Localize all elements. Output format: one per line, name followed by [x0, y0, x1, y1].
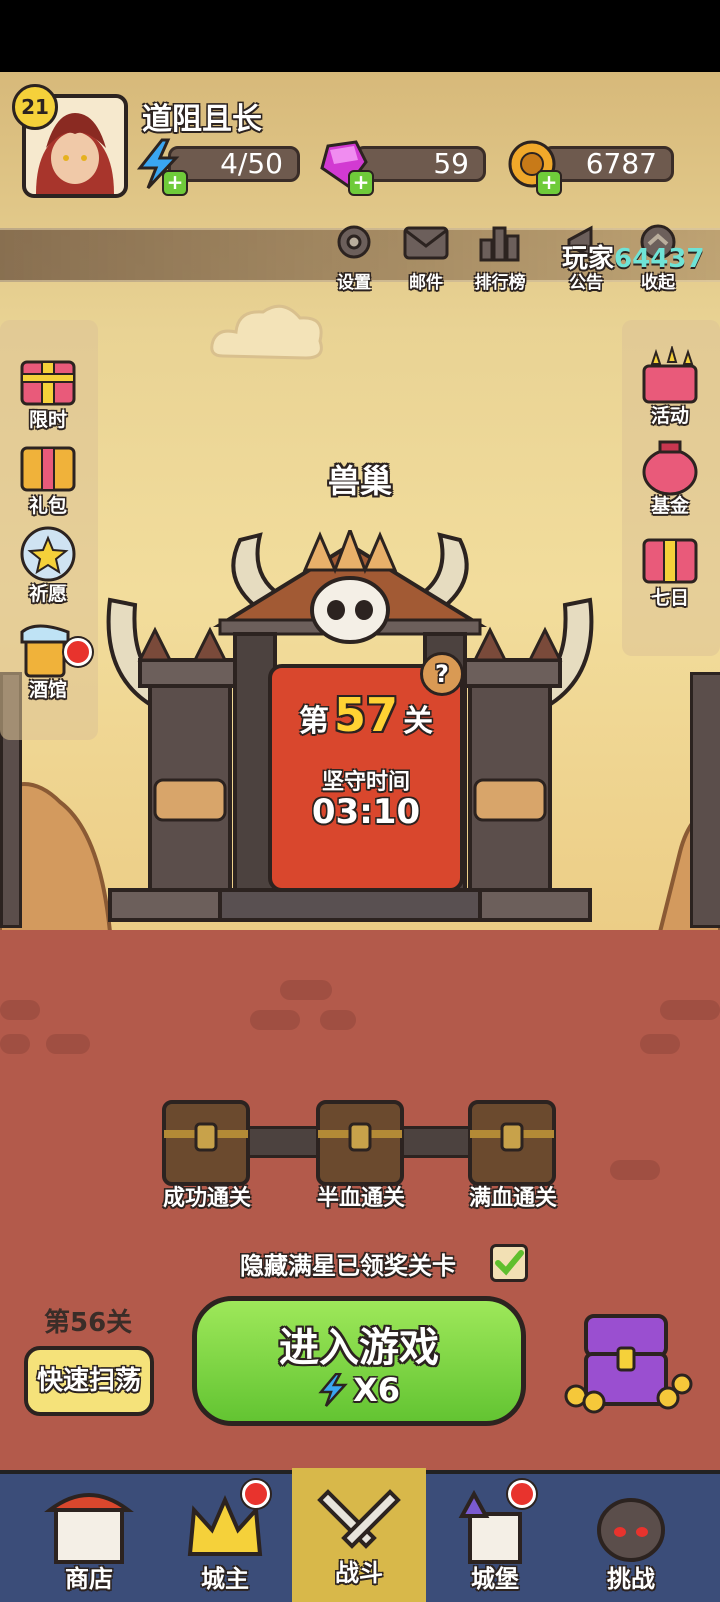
tavern-notification-badge — [64, 638, 92, 666]
mail-button[interactable]: 邮件 — [396, 222, 456, 293]
seven-day-button[interactable]: 七日 — [630, 528, 710, 612]
settings-button[interactable]: 设置 — [324, 222, 384, 293]
mail-icon — [403, 226, 449, 260]
event-button[interactable]: 活动 — [630, 344, 710, 430]
wish-star-icon — [20, 526, 76, 582]
event-gift-icon — [642, 344, 698, 404]
help-icon: ? — [435, 660, 449, 688]
shop-icon — [44, 1493, 134, 1564]
reward-label-half-hp: 半血通关 — [316, 1186, 405, 1211]
bottom-nav: 商店 城主 战斗 城堡 挑战 — [0, 1468, 720, 1602]
gift-box-icon — [20, 360, 76, 406]
nav-lord-badge — [242, 1480, 270, 1508]
stage-name: 兽巢 — [327, 462, 392, 500]
hide-completed-checkbox[interactable] — [490, 1244, 528, 1282]
nav-battle[interactable]: 战斗 — [292, 1468, 426, 1602]
cloud-decoration — [210, 304, 323, 360]
enter-game-button[interactable]: 进入游戏 X6 — [192, 1296, 526, 1426]
add-energy-button[interactable]: + — [162, 170, 188, 196]
player-id: 玩家64437 — [562, 244, 705, 274]
gift-pack-icon — [20, 446, 76, 492]
reward-label-success: 成功通关 — [162, 1186, 251, 1211]
checkmark-icon — [495, 1250, 524, 1276]
stage-level-number: 57 — [333, 688, 398, 742]
stage-help-button[interactable]: ? — [420, 652, 464, 696]
chest-icon-3[interactable] — [464, 1096, 560, 1190]
stage-banner[interactable]: 第 57 关 坚守时间 03:10 — [268, 664, 464, 892]
stage-level: 第 57 关 — [298, 688, 434, 742]
chest-icon-2[interactable] — [312, 1096, 408, 1190]
hide-completed-label: 隐藏满星已领奖关卡 — [240, 1252, 456, 1280]
fund-button[interactable]: 基金 — [630, 436, 710, 520]
ranking-button[interactable]: 排行榜 — [470, 222, 530, 293]
nav-challenge[interactable]: 挑战 — [564, 1474, 698, 1602]
energy-bolt-icon — [318, 1372, 348, 1407]
pillar-decoration-right — [690, 672, 720, 928]
nav-shop[interactable]: 商店 — [22, 1474, 156, 1602]
add-gem-button[interactable]: + — [348, 170, 374, 196]
gear-icon — [337, 225, 371, 259]
nav-lord[interactable]: 城主 — [158, 1474, 292, 1602]
player-name: 道阻且长 — [142, 102, 262, 137]
nav-castle[interactable]: 城堡 — [428, 1474, 562, 1602]
wish-button[interactable]: 祈愿 — [8, 524, 88, 608]
seven-day-gift-icon — [642, 538, 698, 584]
sweep-level-label: 第56关 — [44, 1308, 133, 1338]
player-level-badge: 21 — [12, 84, 58, 130]
gift-pack-button[interactable]: 礼包 — [8, 436, 88, 520]
limited-time-button[interactable]: 限时 — [8, 350, 88, 434]
nav-castle-badge — [508, 1480, 536, 1508]
reward-label-full-hp: 满血通关 — [468, 1186, 557, 1211]
treasure-chest-icon[interactable] — [556, 1306, 696, 1416]
quick-sweep-button[interactable]: 快速扫荡 — [24, 1346, 154, 1416]
defend-time-value: 03:10 — [311, 792, 421, 832]
enter-game-label: 进入游戏 — [279, 1325, 439, 1371]
chest-icon-1[interactable] — [158, 1096, 254, 1190]
enter-game-cost: X6 — [197, 1371, 521, 1409]
ranking-icon — [479, 226, 520, 262]
demon-helmet-icon — [597, 1498, 665, 1562]
add-coin-button[interactable]: + — [536, 170, 562, 196]
status-bar — [0, 0, 720, 72]
fund-bag-icon — [642, 440, 698, 496]
